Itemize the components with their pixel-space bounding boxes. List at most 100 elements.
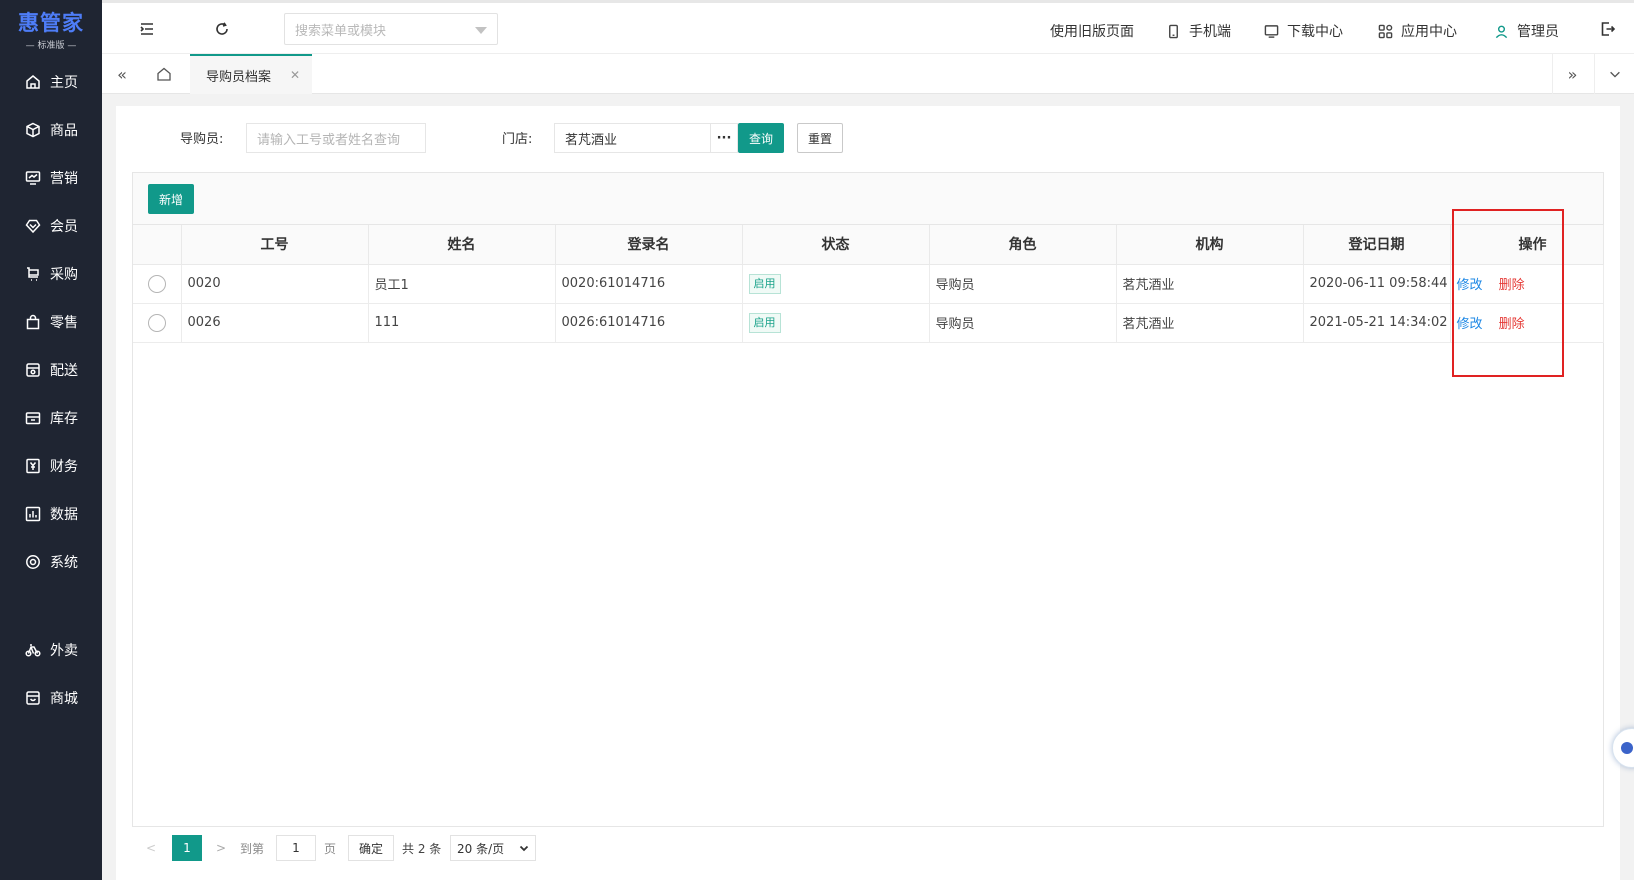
- reset-button[interactable]: 重置: [797, 123, 843, 153]
- sidebar-item-label: 采购: [50, 267, 78, 283]
- logout-icon[interactable]: [1598, 19, 1618, 39]
- home-tab-button[interactable]: [144, 54, 184, 94]
- sidebar-item-mall[interactable]: 商城: [0, 674, 102, 722]
- target-icon: [24, 553, 42, 571]
- bike-icon: [24, 641, 42, 659]
- sidebar-item-label: 外卖: [50, 643, 78, 659]
- add-button[interactable]: 新增: [148, 184, 194, 214]
- row-select-cell: [133, 264, 182, 304]
- phone-icon: [1169, 24, 1178, 38]
- table-row[interactable]: 0026 111 0026:61014716 启用 导购员 茗芃酒业 2021-…: [133, 303, 1604, 343]
- sidebar-item-finance[interactable]: 财务: [0, 442, 102, 490]
- logo-subtitle: — 标准版 —: [25, 41, 77, 51]
- tabs-scroll-right-button[interactable]: »: [1552, 54, 1592, 94]
- cell-date: 2021-05-21 14:34:02: [1303, 303, 1451, 343]
- goto-label: 到第: [240, 841, 265, 856]
- cell-login: 0026:61014716: [555, 303, 743, 343]
- sidebar-item-label: 零售: [50, 315, 78, 331]
- tabs-scroll-left-button[interactable]: «: [102, 54, 142, 94]
- row-radio[interactable]: [147, 313, 166, 332]
- column-header-role[interactable]: 角色: [929, 225, 1117, 265]
- sidebar-item-member[interactable]: 会员: [0, 202, 102, 250]
- column-header-org[interactable]: 机构: [1116, 225, 1304, 265]
- tab-guide-profile[interactable]: 导购员档案 ✕: [190, 54, 312, 94]
- next-page-icon[interactable]: >: [216, 835, 226, 861]
- row-radio[interactable]: [147, 274, 166, 293]
- column-header-name[interactable]: 姓名: [368, 225, 556, 265]
- sidebar-item-system[interactable]: 系统: [0, 538, 102, 586]
- edit-link[interactable]: 修改: [1457, 317, 1483, 332]
- top-header: 搜索菜单或模块 使用旧版页面 手机端 下载中心 应用中心 管理员: [102, 0, 1634, 54]
- chart-screen-icon: [24, 169, 42, 187]
- delete-link[interactable]: 删除: [1499, 278, 1525, 293]
- delivery-icon: [24, 361, 42, 379]
- old-version-link[interactable]: 使用旧版页面: [1050, 21, 1134, 41]
- sidebar-item-data[interactable]: 数据: [0, 490, 102, 538]
- goto-confirm-button[interactable]: 确定: [348, 835, 395, 861]
- cell-status: 启用: [742, 303, 930, 343]
- store-picker-button[interactable]: ···: [710, 123, 738, 153]
- sidebar-item-delivery[interactable]: 配送: [0, 346, 102, 394]
- page-size-value: 20 条/页: [457, 841, 505, 856]
- sidebar-item-takeout[interactable]: 外卖: [0, 626, 102, 674]
- home-icon: [157, 67, 171, 81]
- sidebar-item-home[interactable]: 主页: [0, 58, 102, 106]
- sidebar-item-retail[interactable]: 零售: [0, 298, 102, 346]
- sidebar-item-inventory[interactable]: 库存: [0, 394, 102, 442]
- download-center-label: 下载中心: [1287, 24, 1343, 40]
- goto-page-input[interactable]: 1: [276, 835, 316, 861]
- sidebar-item-label: 商品: [50, 123, 78, 139]
- menu-search-input[interactable]: 搜索菜单或模块: [284, 13, 498, 45]
- bar-chart-icon: [24, 505, 42, 523]
- table-row[interactable]: 0020 员工1 0020:61014716 启用 导购员 茗芃酒业 2020-…: [133, 264, 1604, 304]
- home-icon: [24, 73, 42, 91]
- cell-code: 0026: [181, 303, 369, 343]
- menu-collapse-icon[interactable]: [137, 19, 157, 39]
- cell-org: 茗芃酒业: [1116, 264, 1304, 304]
- sidebar-item-label: 营销: [50, 171, 78, 187]
- diamond-icon: [24, 217, 42, 235]
- download-center-link[interactable]: 下载中心: [1264, 21, 1343, 41]
- mobile-link[interactable]: 手机端: [1166, 21, 1231, 41]
- cell-actions: 修改 删除: [1450, 303, 1604, 343]
- page-current[interactable]: 1: [172, 835, 202, 861]
- cell-role: 导购员: [929, 303, 1117, 343]
- column-header-login[interactable]: 登录名: [555, 225, 743, 265]
- column-header-date[interactable]: 登记日期: [1303, 225, 1451, 265]
- user-icon: [1495, 25, 1508, 38]
- refresh-icon[interactable]: [212, 19, 232, 39]
- tabs-more-button[interactable]: [1594, 54, 1634, 94]
- monitor-icon: [1264, 24, 1279, 38]
- prev-page-icon[interactable]: <: [146, 835, 156, 861]
- delete-link[interactable]: 删除: [1499, 317, 1525, 332]
- sidebar-item-purchase[interactable]: 采购: [0, 250, 102, 298]
- app-center-link[interactable]: 应用中心: [1378, 21, 1457, 41]
- cell-status: 启用: [742, 264, 930, 304]
- guide-table: 工号 姓名 登录名 状态 角色 机构 登记日期 操作 0020 员工1 0020…: [133, 225, 1604, 343]
- column-header-status[interactable]: 状态: [742, 225, 930, 265]
- user-name: 管理员: [1517, 24, 1559, 40]
- table-header-row: 工号 姓名 登录名 状态 角色 机构 登记日期 操作: [133, 225, 1604, 265]
- user-menu[interactable]: 管理员: [1494, 21, 1559, 41]
- sidebar-item-marketing[interactable]: 营销: [0, 154, 102, 202]
- page-size-select[interactable]: 20 条/页: [450, 835, 536, 861]
- query-button[interactable]: 查询: [738, 123, 784, 153]
- store-input[interactable]: 茗芃酒业: [554, 123, 711, 153]
- close-icon[interactable]: ✕: [290, 68, 300, 82]
- cell-name: 员工1: [368, 264, 556, 304]
- cube-icon: [24, 121, 42, 139]
- edit-link[interactable]: 修改: [1457, 278, 1483, 293]
- sidebar-item-goods[interactable]: 商品: [0, 106, 102, 154]
- column-header-code[interactable]: 工号: [181, 225, 369, 265]
- search-placeholder: 搜索菜单或模块: [295, 23, 387, 39]
- logo-text: 惠管家: [18, 11, 84, 35]
- chevron-down-icon: [519, 845, 529, 852]
- sidebar-item-label: 系统: [50, 555, 78, 571]
- shop-icon: [24, 689, 42, 707]
- mobile-label: 手机端: [1189, 24, 1231, 40]
- store-filter-label: 门店:: [502, 132, 533, 147]
- sidebar-item-label: 主页: [50, 75, 78, 91]
- guide-search-input[interactable]: 请输入工号或者姓名查询: [246, 123, 426, 153]
- apps-grid-icon: [1378, 24, 1393, 38]
- guide-search-placeholder: 请输入工号或者姓名查询: [257, 132, 401, 148]
